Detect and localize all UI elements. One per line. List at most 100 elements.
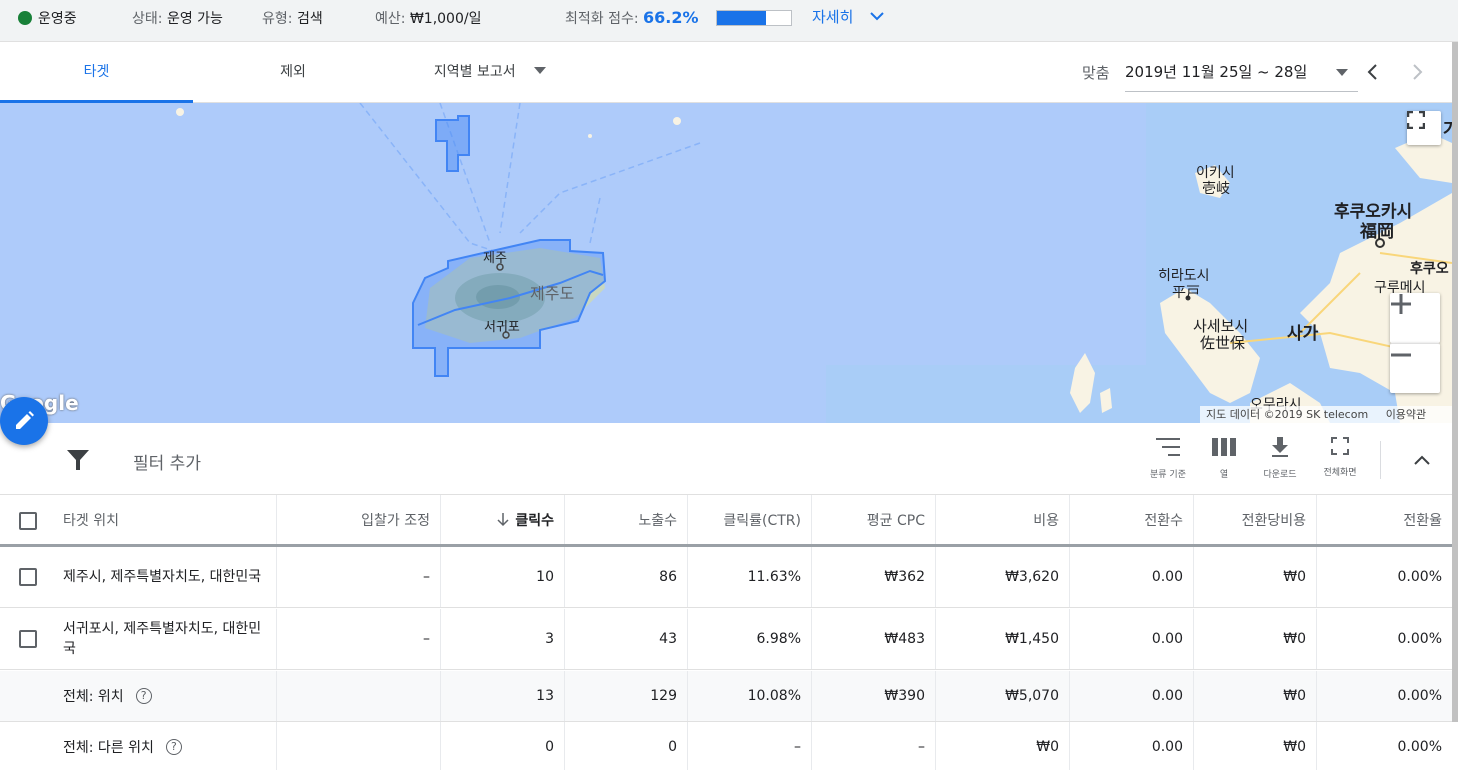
header-bid-adj-label: 입찰가 조정 — [361, 512, 430, 529]
table-row: 제주시, 제주특별자치도, 대한민국 – 10 86 11.63% ₩362 ₩… — [0, 547, 1452, 608]
budget-info: 예산: ₩1,000/일 — [375, 8, 481, 28]
clicks-cell: 0 — [441, 722, 565, 770]
conv-cell: 0.00 — [1070, 547, 1194, 607]
segment-button[interactable]: 분류 기준 — [1140, 437, 1196, 480]
map-fullscreen-button[interactable] — [1407, 111, 1441, 145]
impr-value: 129 — [650, 688, 677, 704]
cpc-value: ₩390 — [884, 688, 925, 704]
col-cost-per-conv-header[interactable]: 전환당비용 — [1194, 495, 1317, 544]
cost-cell: ₩1,450 — [936, 609, 1070, 669]
conv-rate-value: 0.00% — [1397, 631, 1442, 647]
clicks-cell: 10 — [441, 547, 565, 607]
chevron-right-icon[interactable] — [1410, 64, 1424, 80]
chevron-up-icon[interactable] — [1414, 455, 1430, 465]
impr-cell: 0 — [565, 722, 688, 770]
filter-icon[interactable] — [67, 450, 89, 470]
col-cpc-header[interactable]: 평균 CPC — [812, 495, 936, 544]
map-label-saga: 사가 — [1287, 324, 1319, 344]
page-scrollbar[interactable] — [1452, 42, 1458, 722]
conv-value: 0.00 — [1151, 631, 1183, 647]
header-conv-rate-label: 전환율 — [1403, 512, 1442, 529]
col-conv-header[interactable]: 전환수 — [1070, 495, 1194, 544]
tab-targets[interactable]: 타겟 — [0, 42, 193, 103]
cost-per-conv-cell: ₩0 — [1194, 609, 1317, 669]
col-ctr-header[interactable]: 클릭률(CTR) — [688, 495, 812, 544]
expand-table-button[interactable]: 전체화면 — [1312, 437, 1368, 478]
map-attribution: 지도 데이터 ©2019 SK telecom 이용약관 — [1200, 406, 1452, 423]
impr-cell: 129 — [565, 671, 688, 721]
state-value: 운영 가능 — [166, 11, 223, 27]
total-label: 전체: 다른 위치 — [63, 740, 154, 756]
row-checkbox[interactable] — [19, 630, 37, 648]
header-clicks-label: 클릭수 — [515, 512, 554, 529]
edit-fab-button[interactable] — [0, 397, 48, 445]
score-value: 66.2% — [643, 8, 699, 27]
map-terms-link[interactable]: 이용약관 — [1386, 408, 1426, 421]
dropdown-arrow-icon — [534, 67, 547, 74]
tab-targets-label: 타겟 — [83, 64, 110, 80]
col-cost-header[interactable]: 비용 — [936, 495, 1070, 544]
select-all-checkbox[interactable] — [19, 512, 37, 530]
table-header-row: 타겟 위치 입찰가 조정 클릭수 노출수 클릭률(CTR) 평균 CPC 비용 … — [0, 495, 1452, 547]
total-row: 전체: 위치? 13 129 10.08% ₩390 ₩5,070 0.00 ₩… — [0, 671, 1452, 722]
cost-per-conv-cell: ₩0 — [1194, 547, 1317, 607]
cost-per-conv-value: ₩0 — [1283, 739, 1306, 755]
map-label-seogwipo: 서귀포 — [484, 320, 520, 335]
conv-rate-value: 0.00% — [1397, 688, 1442, 704]
conv-cell: 0.00 — [1070, 722, 1194, 770]
conv-rate-cell: 0.00% — [1317, 609, 1452, 669]
bid-adj-cell[interactable]: – — [277, 547, 441, 607]
col-location-header[interactable]: 타겟 위치 — [53, 495, 277, 544]
cost-value: ₩0 — [1036, 739, 1059, 755]
row-checkbox[interactable] — [19, 568, 37, 586]
budget-label: 예산: — [375, 11, 406, 27]
cpc-value: ₩483 — [884, 631, 925, 647]
location-cell[interactable]: 제주시, 제주특별자치도, 대한민국 — [53, 547, 277, 607]
map-canvas — [176, 103, 1452, 423]
location-name: 제주시, 제주특별자치도, 대한민국 — [63, 569, 262, 585]
ctr-cell: – — [688, 722, 812, 770]
budget-value: ₩1,000/일 — [409, 11, 482, 27]
type-value: 검색 — [296, 11, 323, 27]
conv-value: 0.00 — [1151, 739, 1183, 755]
cpc-cell: – — [812, 722, 936, 770]
cost-per-conv-value: ₩0 — [1283, 569, 1306, 585]
campaign-status-bar: 운영중 상태: 운영 가능 유형: 검색 예산: ₩1,000/일 최적화 점수… — [0, 0, 1458, 42]
download-button[interactable]: 다운로드 — [1252, 437, 1308, 480]
columns-button[interactable]: 열 — [1196, 437, 1252, 480]
tab-geo-report[interactable]: 지역별 보고서 — [410, 42, 570, 103]
clicks-cell: 3 — [441, 609, 565, 669]
clicks-cell: 13 — [441, 671, 565, 721]
col-clicks-header[interactable]: 클릭수 — [441, 495, 565, 544]
date-range-dropdown[interactable]: 2019년 11월 25일 ~ 28일 — [1125, 54, 1358, 92]
location-map[interactable]: 제주 제주도 서귀포 이키시 壱岐 후쿠오카시 福岡 히라도시 平戸 사세보시 … — [0, 103, 1452, 423]
ctr-value: – — [794, 739, 801, 755]
col-conv-rate-header[interactable]: 전환율 — [1317, 495, 1452, 544]
tab-exclusions-label: 제외 — [280, 64, 306, 80]
conv-cell: 0.00 — [1070, 609, 1194, 669]
zoom-out-button[interactable] — [1390, 343, 1440, 393]
cpc-cell: ₩390 — [812, 671, 936, 721]
col-impr-header[interactable]: 노출수 — [565, 495, 688, 544]
col-bid-adj-header[interactable]: 입찰가 조정 — [277, 495, 441, 544]
location-name: 서귀포시, 제주특별자치도, 대한민국 — [63, 621, 262, 657]
columns-icon — [1212, 438, 1236, 456]
clicks-value: 13 — [536, 688, 554, 704]
help-icon[interactable]: ? — [135, 688, 152, 704]
tab-exclusions[interactable]: 제외 — [193, 42, 393, 103]
map-label-iki-jp: 壱岐 — [1202, 181, 1230, 197]
details-link[interactable]: 자세히 — [812, 6, 884, 27]
add-filter-button[interactable]: 필터 추가 — [133, 449, 201, 474]
header-cost-per-conv-label: 전환당비용 — [1241, 512, 1306, 529]
location-cell[interactable]: 서귀포시, 제주특별자치도, 대한민국 — [53, 609, 277, 669]
date-preset-label: 맞춤 — [1082, 64, 1110, 82]
bid-adj-cell[interactable]: – — [277, 609, 441, 669]
zoom-in-button[interactable] — [1390, 293, 1440, 343]
impr-value: 43 — [659, 631, 677, 647]
cost-value: ₩5,070 — [1005, 688, 1059, 704]
chevron-left-icon[interactable] — [1366, 64, 1380, 80]
segment-icon — [1156, 438, 1180, 456]
segment-label: 분류 기준 — [1150, 470, 1186, 480]
help-icon[interactable]: ? — [165, 739, 182, 755]
conv-rate-value: 0.00% — [1397, 739, 1442, 755]
